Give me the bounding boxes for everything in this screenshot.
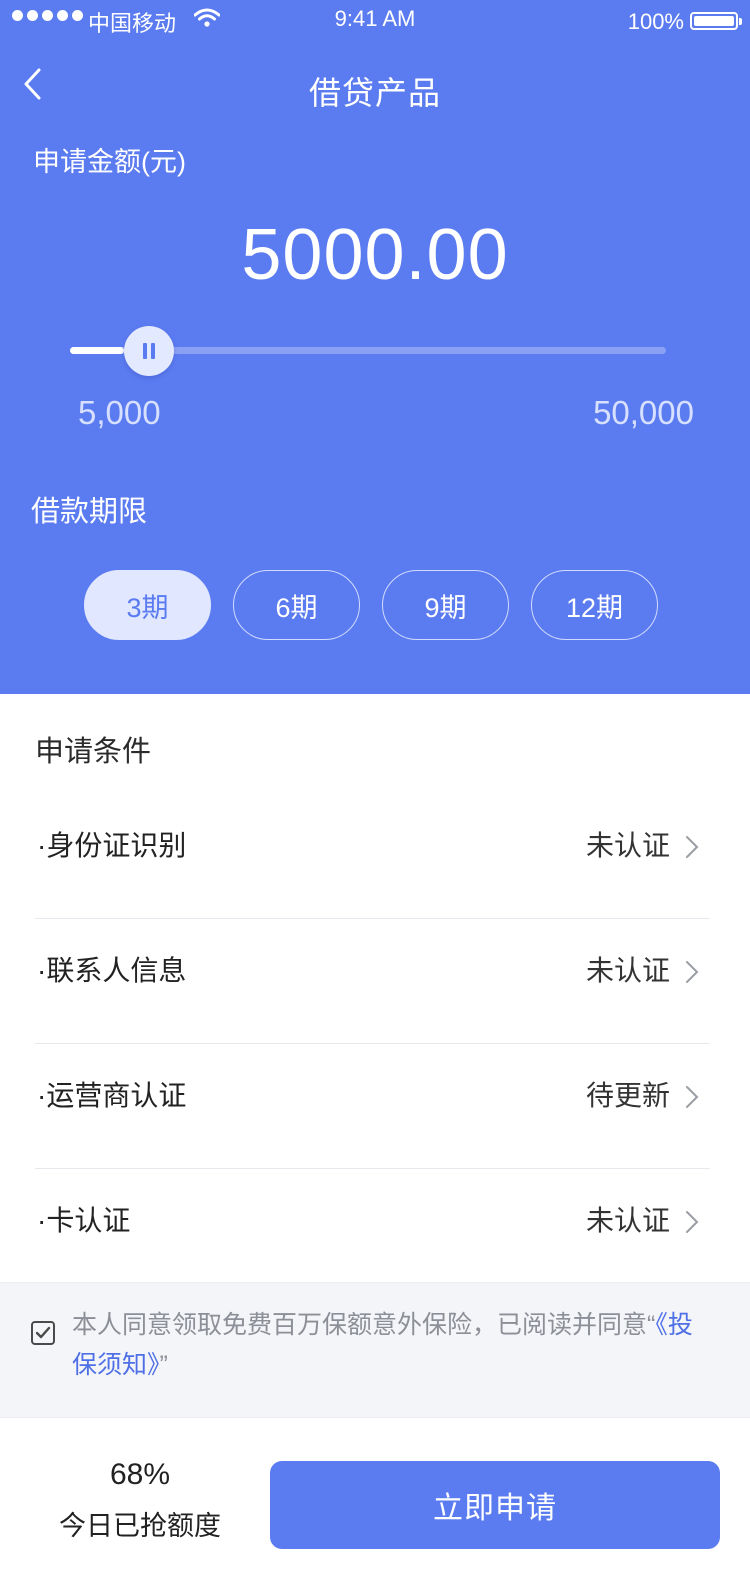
agreement-text: 本人同意领取免费百万保额意外保险，已阅读并同意“《投保须知》” <box>72 1305 712 1385</box>
pause-bar-icon <box>143 343 147 359</box>
agreement-quote-end: ” <box>159 1351 168 1379</box>
chevron-right-icon <box>686 1211 699 1233</box>
loan-config-panel: 中国移动 9:41 AM 100% 借贷产品 申请金额(元) 5000.00 5… <box>0 0 750 694</box>
agreement-body: 本人同意领取免费百万保额意外保险，已阅读并同意“ <box>72 1311 656 1339</box>
bottom-bar: 68% 今日已抢额度 立即申请 <box>0 1418 750 1580</box>
condition-status: 待更新 <box>585 1080 670 1111</box>
battery-percent: 100% <box>627 9 684 34</box>
check-icon <box>35 1326 51 1339</box>
nav-bar: 借贷产品 <box>0 40 750 136</box>
amount-label: 申请金额(元) <box>33 147 186 177</box>
term-option-12[interactable]: 12期 <box>531 570 658 640</box>
term-option-6[interactable]: 6期 <box>233 570 360 640</box>
condition-status: 未认证 <box>585 955 670 986</box>
amount-min-label: 5,000 <box>78 394 161 431</box>
pause-bar-icon <box>151 343 155 359</box>
condition-name: ·运营商认证 <box>37 1080 187 1111</box>
term-option-9[interactable]: 9期 <box>382 570 509 640</box>
amount-max-label: 50,000 <box>593 394 694 431</box>
chevron-right-icon <box>686 1086 699 1108</box>
conditions-list: ·身份证识别 未认证 ·联系人信息 未认证 ·运营商认证 待更新 ·卡认证 未认… <box>35 794 710 1294</box>
condition-name: ·卡认证 <box>37 1205 131 1236</box>
chevron-right-icon <box>686 836 699 858</box>
condition-row-id-card[interactable]: ·身份证识别 未认证 <box>35 794 710 919</box>
condition-status: 未认证 <box>585 1205 670 1236</box>
conditions-section: 申请条件 ·身份证识别 未认证 ·联系人信息 未认证 ·运营商认证 待更新 ·卡… <box>0 694 750 1282</box>
battery-icon <box>690 12 742 30</box>
condition-row-card[interactable]: ·卡认证 未认证 <box>35 1169 710 1294</box>
term-option-3[interactable]: 3期 <box>84 570 211 640</box>
condition-row-carrier[interactable]: ·运营商认证 待更新 <box>35 1044 710 1169</box>
amount-slider[interactable] <box>70 326 666 376</box>
page-title: 借贷产品 <box>308 75 441 111</box>
quota-label: 今日已抢额度 <box>59 1511 221 1541</box>
condition-row-contacts[interactable]: ·联系人信息 未认证 <box>35 919 710 1044</box>
conditions-title: 申请条件 <box>35 736 152 768</box>
quota-percent: 68% <box>109 1458 171 1491</box>
term-options: 3期 6期 9期 12期 <box>84 570 658 640</box>
condition-status: 未认证 <box>585 830 670 861</box>
agreement-checkbox[interactable] <box>31 1321 55 1345</box>
term-label: 借款期限 <box>31 496 148 528</box>
slider-fill <box>70 347 124 354</box>
insurance-agreement: 本人同意领取免费百万保额意外保险，已阅读并同意“《投保须知》” <box>0 1282 750 1418</box>
apply-now-button[interactable]: 立即申请 <box>270 1461 720 1549</box>
condition-name: ·身份证识别 <box>37 830 187 861</box>
status-bar: 中国移动 9:41 AM 100% <box>0 0 750 40</box>
slider-thumb[interactable] <box>124 326 174 376</box>
condition-name: ·联系人信息 <box>37 955 187 986</box>
chevron-right-icon <box>686 961 699 983</box>
amount-value: 5000.00 <box>241 215 509 295</box>
